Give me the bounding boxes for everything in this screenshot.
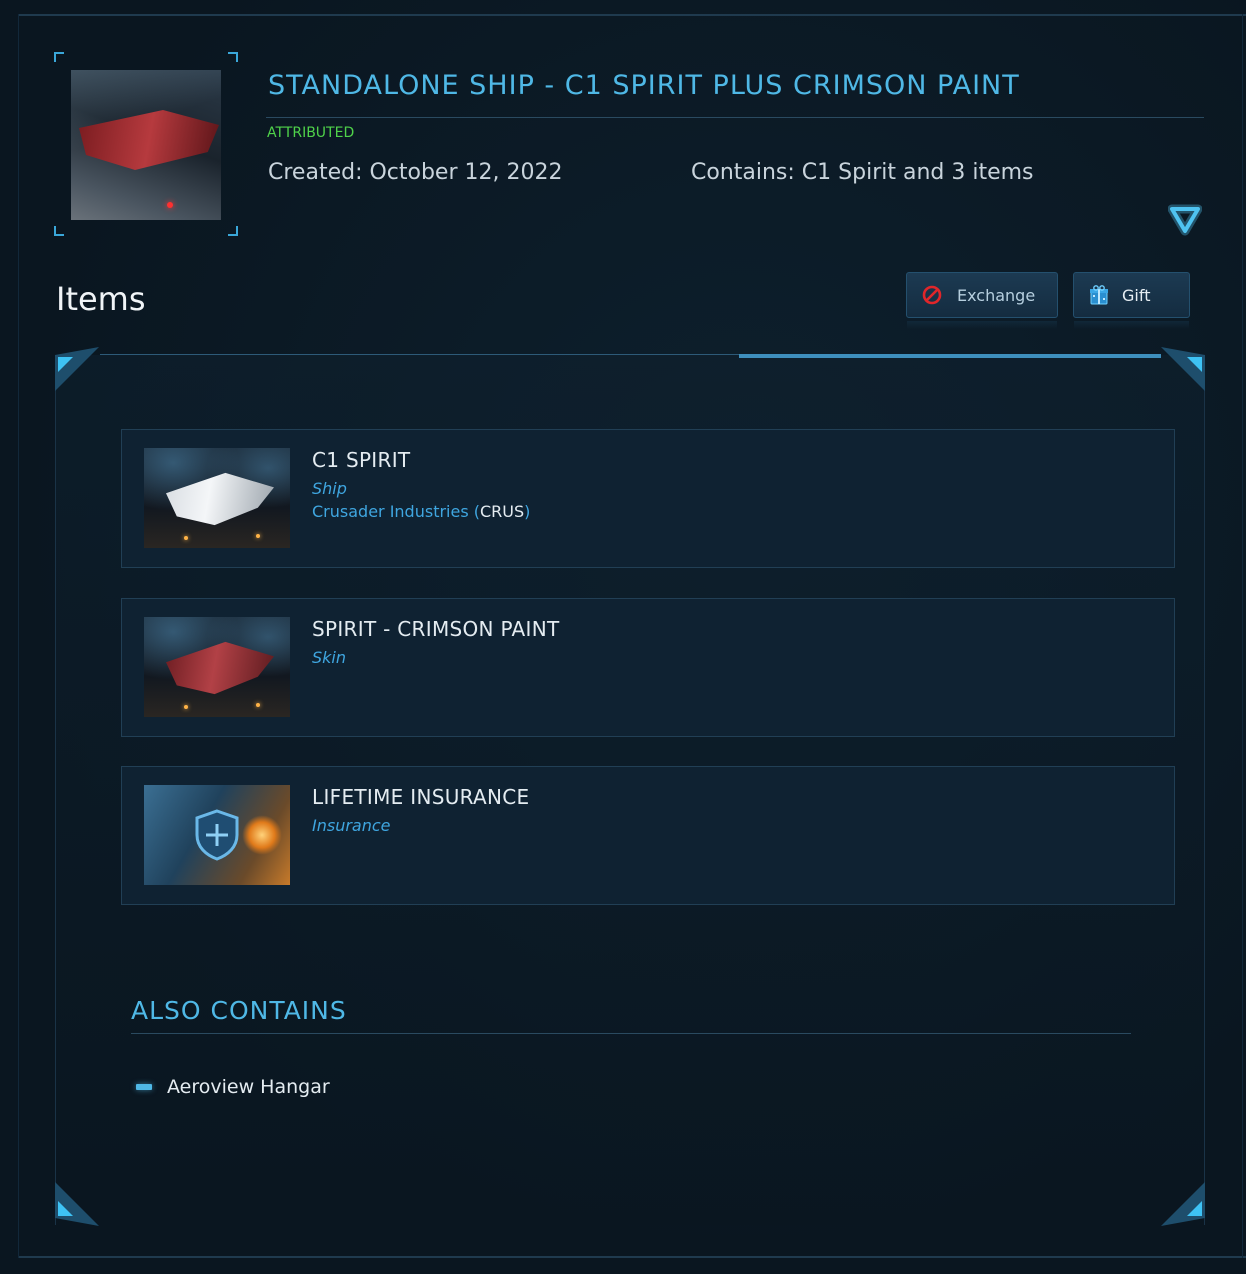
exchange-label: Exchange bbox=[957, 285, 1036, 305]
manufacturer-code: CRUS bbox=[480, 502, 525, 521]
light-graphic bbox=[167, 202, 173, 208]
prohibited-icon bbox=[922, 285, 942, 305]
status-badge: ATTRIBUTED bbox=[267, 125, 355, 141]
contents-summary: Contains: C1 Spirit and 3 items bbox=[691, 160, 1034, 185]
shield-plus-icon bbox=[195, 809, 239, 861]
corner-decoration bbox=[1161, 347, 1205, 391]
ship-graphic bbox=[79, 110, 219, 170]
gift-box-icon bbox=[1090, 285, 1108, 305]
gift-label: Gift bbox=[1122, 285, 1151, 305]
pledge-thumbnail-image bbox=[71, 70, 221, 220]
frame-corner bbox=[54, 226, 64, 236]
item-type: Skin bbox=[312, 648, 347, 667]
frame-corner bbox=[54, 52, 64, 62]
created-date: Created: October 12, 2022 bbox=[268, 160, 563, 185]
gift-button[interactable]: Gift bbox=[1073, 272, 1190, 329]
item-image bbox=[144, 448, 290, 548]
corner-decoration bbox=[1161, 1182, 1205, 1226]
light-graphic bbox=[184, 536, 188, 540]
exchange-button[interactable]: Exchange bbox=[906, 272, 1058, 329]
ship-graphic bbox=[166, 472, 274, 526]
light-graphic bbox=[256, 534, 260, 538]
triangle-down-icon[interactable] bbox=[1168, 202, 1202, 236]
item-card[interactable]: C1 SPIRIT Ship Crusader Industries (CRUS… bbox=[121, 429, 1175, 568]
also-contains-heading: ALSO CONTAINS bbox=[131, 996, 347, 1025]
item-name: SPIRIT - CRIMSON PAINT bbox=[312, 617, 560, 641]
frame-corner bbox=[228, 226, 238, 236]
corner-decoration bbox=[55, 347, 99, 391]
divider-accent bbox=[739, 354, 1161, 358]
items-heading: Items bbox=[56, 280, 146, 318]
divider bbox=[131, 1033, 1131, 1034]
item-card[interactable]: LIFETIME INSURANCE Insurance bbox=[121, 766, 1175, 905]
pledge-thumbnail-frame bbox=[54, 52, 238, 236]
divider bbox=[1242, 14, 1243, 1258]
light-graphic bbox=[184, 705, 188, 709]
pledge-title: STANDALONE SHIP - C1 SPIRIT PLUS CRIMSON… bbox=[268, 70, 1020, 101]
item-manufacturer: Crusader Industries (CRUS) bbox=[312, 502, 531, 521]
manufacturer-name: Crusader Industries bbox=[312, 502, 469, 521]
item-name: C1 SPIRIT bbox=[312, 448, 411, 472]
explosion-graphic bbox=[242, 815, 282, 855]
divider bbox=[18, 1256, 1246, 1258]
corner-decoration bbox=[55, 1182, 99, 1226]
light-graphic bbox=[256, 703, 260, 707]
frame-corner bbox=[228, 52, 238, 62]
divider bbox=[266, 117, 1204, 118]
item-name: LIFETIME INSURANCE bbox=[312, 785, 530, 809]
divider bbox=[18, 14, 19, 1258]
pledge-detail-page: STANDALONE SHIP - C1 SPIRIT PLUS CRIMSON… bbox=[0, 0, 1246, 1274]
item-type: Ship bbox=[312, 479, 347, 498]
ship-graphic bbox=[166, 641, 274, 695]
item-image bbox=[144, 617, 290, 717]
item-image bbox=[144, 785, 290, 885]
list-item: Aeroview Hangar bbox=[136, 1076, 330, 1098]
also-contains-label: Aeroview Hangar bbox=[167, 1076, 330, 1098]
bullet-dash-icon bbox=[136, 1084, 152, 1090]
item-type: Insurance bbox=[312, 816, 391, 835]
divider bbox=[18, 14, 1246, 16]
item-card[interactable]: SPIRIT - CRIMSON PAINT Skin bbox=[121, 598, 1175, 737]
